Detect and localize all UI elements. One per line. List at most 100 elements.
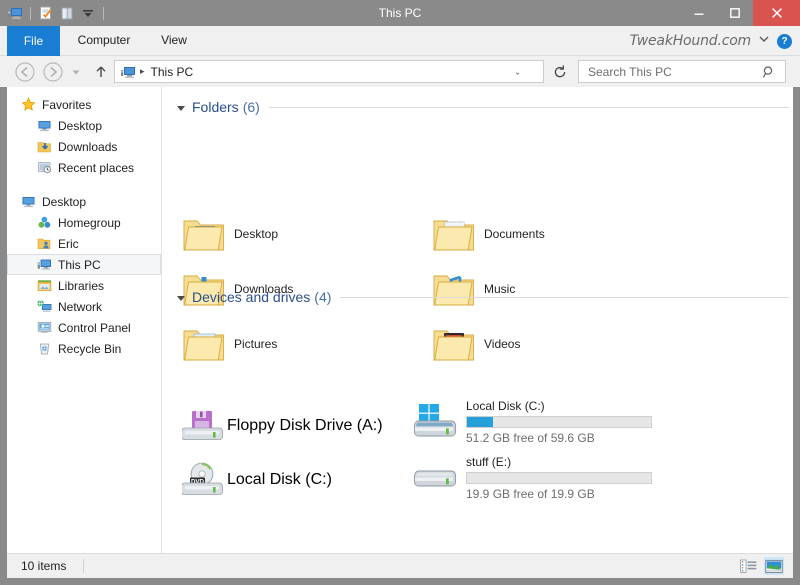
navigation-sidebar: Favorites Desktop Downloads Recent place… bbox=[7, 87, 162, 553]
drive-usage-bar bbox=[466, 416, 652, 428]
drive-tile-stuff-e[interactable]: stuff (E:) 19.9 GB free of 19.9 GB bbox=[413, 455, 652, 501]
status-bar: 10 items bbox=[7, 553, 793, 578]
sidebar-item-recycle-bin[interactable]: Recycle Bin bbox=[7, 338, 161, 359]
folder-label: Pictures bbox=[234, 337, 278, 351]
up-button[interactable] bbox=[90, 61, 112, 83]
search-input[interactable]: Search This PC bbox=[588, 65, 762, 79]
breadcrumb-separator: ▸ bbox=[140, 66, 145, 76]
drive-tile-dvd[interactable]: DVD Local Disk (C:) bbox=[181, 457, 332, 503]
homegroup-icon bbox=[36, 215, 52, 231]
sidebar-item-downloads[interactable]: Downloads bbox=[7, 136, 161, 157]
sidebar-item-homegroup[interactable]: Homegroup bbox=[7, 212, 161, 233]
tab-computer[interactable]: Computer bbox=[68, 26, 140, 55]
refresh-button[interactable] bbox=[550, 62, 570, 82]
star-icon bbox=[20, 97, 36, 113]
maximize-button[interactable] bbox=[717, 0, 753, 26]
section-count: (4) bbox=[314, 289, 332, 305]
help-icon[interactable]: ? bbox=[777, 33, 792, 49]
drive-info: Local Disk (C:) 51.2 GB free of 59.6 GB bbox=[466, 399, 652, 445]
drive-info: stuff (E:) 19.9 GB free of 19.9 GB bbox=[466, 455, 652, 501]
section-header-devices[interactable]: Devices and drives (4) bbox=[177, 289, 789, 305]
search-box[interactable]: Search This PC bbox=[578, 60, 786, 83]
drive-free-space: 51.2 GB free of 59.6 GB bbox=[466, 431, 595, 445]
folder-tile-desktop[interactable]: Desktop bbox=[181, 211, 278, 257]
collapse-triangle-icon[interactable] bbox=[177, 295, 185, 301]
tab-file[interactable]: File bbox=[7, 26, 60, 56]
sidebar-item-label: Desktop bbox=[58, 118, 103, 133]
sidebar-item-recent-places[interactable]: Recent places bbox=[7, 157, 161, 178]
section-header-folders[interactable]: Folders (6) bbox=[177, 99, 789, 115]
window-title: This PC bbox=[378, 6, 422, 20]
drive-label: Local Disk (C:) bbox=[466, 399, 545, 413]
drive-free-space: 19.9 GB free of 19.9 GB bbox=[466, 487, 595, 501]
details-view-button[interactable] bbox=[738, 557, 758, 575]
sidebar-item-label: Desktop bbox=[42, 194, 87, 209]
sidebar-item-label: Control Panel bbox=[58, 320, 131, 335]
sidebar-item-label: Favorites bbox=[42, 97, 92, 112]
forward-button[interactable] bbox=[42, 61, 64, 83]
address-dropdown-chevron-icon[interactable]: ⌄ bbox=[514, 67, 521, 76]
sidebar-item-label: Libraries bbox=[58, 278, 105, 293]
downloads-icon bbox=[36, 139, 52, 155]
drive-label: Floppy Disk Drive (A:) bbox=[227, 417, 383, 434]
breadcrumb-this-pc-icon bbox=[120, 64, 136, 80]
desktop-icon bbox=[36, 118, 52, 134]
sidebar-item-libraries[interactable]: Libraries bbox=[7, 275, 161, 296]
sidebar-item-desktop-fav[interactable]: Desktop bbox=[7, 115, 161, 136]
sidebar-item-network[interactable]: Network bbox=[7, 296, 161, 317]
back-button[interactable] bbox=[14, 61, 36, 83]
large-icons-view-button[interactable] bbox=[764, 557, 784, 575]
ribbon-right-group: TweakHound.com ? bbox=[630, 26, 792, 56]
section-count: (6) bbox=[242, 99, 260, 115]
collapse-triangle-icon[interactable] bbox=[177, 105, 185, 111]
drive-usage-fill bbox=[467, 417, 493, 427]
desktop-icon bbox=[20, 194, 36, 210]
sidebar-item-control-panel[interactable]: Control Panel bbox=[7, 317, 161, 338]
floppy-drive-icon bbox=[181, 403, 227, 449]
explorer-body: Favorites Desktop Downloads Recent place… bbox=[7, 87, 793, 553]
sidebar-item-label: This PC bbox=[58, 257, 101, 272]
control-panel-icon bbox=[36, 320, 52, 336]
expand-ribbon-chevron-icon[interactable] bbox=[758, 32, 770, 50]
section-title: Folders bbox=[192, 99, 239, 115]
status-separator bbox=[83, 559, 84, 573]
view-buttons bbox=[738, 557, 784, 575]
folder-documents-icon bbox=[431, 211, 477, 257]
section-divider bbox=[268, 106, 789, 108]
minimize-button[interactable] bbox=[681, 0, 717, 26]
folder-tile-pictures[interactable]: Pictures bbox=[181, 321, 277, 367]
tab-view[interactable]: View bbox=[148, 26, 200, 55]
network-icon bbox=[36, 299, 52, 315]
sidebar-item-favorites[interactable]: Favorites bbox=[7, 94, 161, 115]
drive-tile-floppy[interactable]: Floppy Disk Drive (A:) bbox=[181, 403, 383, 449]
folder-tile-videos[interactable]: Videos bbox=[431, 321, 520, 367]
address-bar[interactable]: ▸ This PC ⌄ bbox=[114, 60, 544, 83]
breadcrumb-current[interactable]: This PC bbox=[151, 65, 194, 79]
this-pc-icon bbox=[36, 257, 52, 273]
folder-label: Desktop bbox=[234, 227, 279, 241]
folder-pictures-icon bbox=[181, 321, 227, 367]
folder-label: Documents bbox=[484, 227, 545, 241]
items-pane: Folders (6) Desktop Documents Downloads … bbox=[163, 87, 793, 553]
sidebar-item-label: Eric bbox=[58, 236, 79, 251]
drive-label: Local Disk (C:) bbox=[227, 471, 332, 488]
drive-usage-bar bbox=[466, 472, 652, 484]
explorer-window: This PC File Computer View TweakHound.co… bbox=[0, 0, 800, 585]
hard-drive-windows-icon bbox=[413, 399, 459, 445]
hard-drive-icon bbox=[413, 455, 459, 501]
sidebar-item-desktop-root[interactable]: Desktop bbox=[7, 191, 161, 212]
libraries-icon bbox=[36, 278, 52, 294]
sidebar-item-label: Recent places bbox=[58, 160, 135, 175]
close-button[interactable] bbox=[753, 0, 800, 26]
sidebar-item-label: Recycle Bin bbox=[58, 341, 122, 356]
sidebar-item-label: Downloads bbox=[58, 139, 118, 154]
search-icon[interactable] bbox=[762, 65, 776, 79]
section-divider bbox=[340, 296, 789, 298]
recent-locations-chevron-icon[interactable] bbox=[68, 61, 84, 83]
sidebar-item-this-pc[interactable]: This PC bbox=[7, 254, 161, 275]
sidebar-item-eric[interactable]: Eric bbox=[7, 233, 161, 254]
status-item-count: 10 items bbox=[21, 559, 67, 573]
folder-tile-documents[interactable]: Documents bbox=[431, 211, 545, 257]
watermark-text: TweakHound.com bbox=[629, 33, 752, 49]
drive-tile-local-disk-c[interactable]: Local Disk (C:) 51.2 GB free of 59.6 GB bbox=[413, 399, 652, 445]
